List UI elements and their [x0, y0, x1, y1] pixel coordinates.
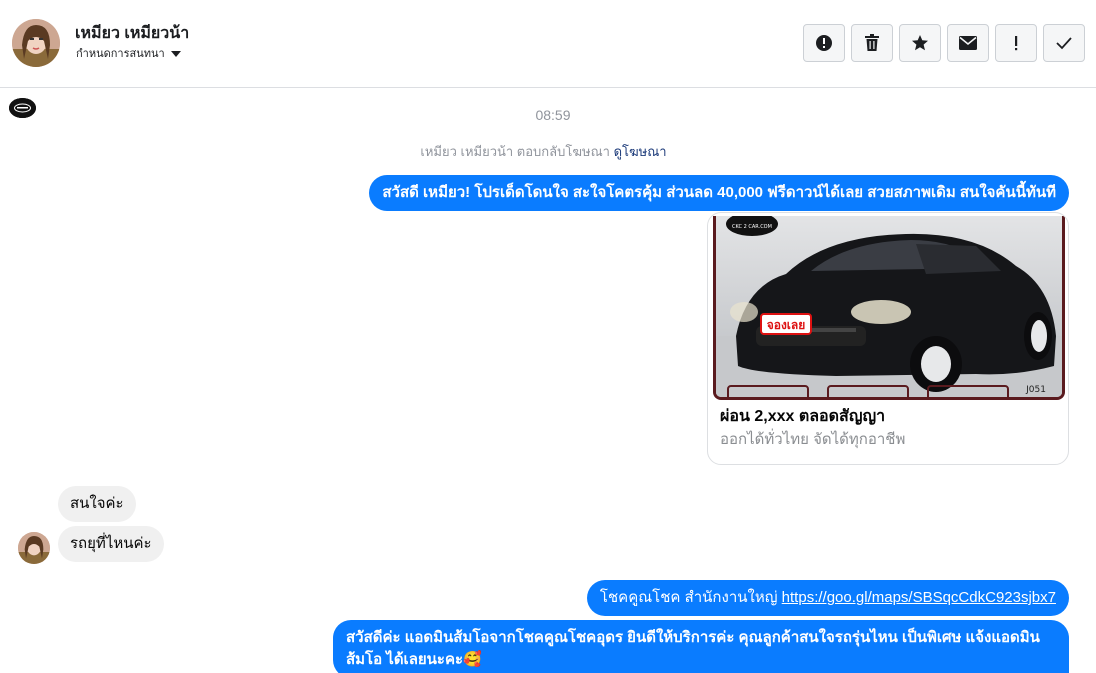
ad-title: ผ่อน 2,xxx ตลอดสัญญา [720, 408, 886, 425]
follow-up-button[interactable] [995, 24, 1037, 62]
mark-spam-button[interactable] [803, 24, 845, 62]
action-toolbar [803, 24, 1085, 62]
outgoing-message: สวัสดีค่ะ แอดมินส้มโอจากโชคคูณโชคอุดร ยิ… [333, 620, 1069, 673]
mark-unread-button[interactable] [947, 24, 989, 62]
incoming-message: รถยุที่ไหนค่ะ [58, 526, 164, 562]
ad-car-image[interactable]: จองเลย CKC 2 CAR.COM J051 [713, 216, 1065, 400]
ad-reply-text: เหมียว เหมียวน้า ตอบกลับโฆษณา [420, 144, 610, 159]
sender-avatar [18, 532, 50, 564]
incoming-message: สนใจค่ะ [58, 486, 136, 522]
trash-icon [865, 34, 879, 51]
ad-subtitle: ออกได้ทั่วไทย จัดได้ทุกอาชีพ [720, 431, 906, 448]
check-icon [1056, 37, 1072, 50]
mark-done-button[interactable] [1043, 24, 1085, 62]
reserve-badge: จองเลย [767, 318, 806, 332]
conversation-menu[interactable]: กำหนดการสนทนา [76, 44, 181, 62]
exclamation-icon [1015, 36, 1018, 51]
message-thread[interactable]: 08:59 เหมียว เหมียวน้า ตอบกลับโฆษณา ดูโฆ… [0, 88, 1096, 673]
alert-circle-icon [816, 35, 832, 51]
map-link[interactable]: https://goo.gl/maps/SBSqcCdkC923sjbx7 [782, 589, 1056, 606]
envelope-icon [959, 36, 977, 50]
location-text: โชคคูณโชค สำนักงานใหญ่ [599, 589, 778, 606]
message-timestamp: 08:59 [535, 107, 571, 123]
ad-reply-notice: เหมียว เหมียวน้า ตอบกลับโฆษณา ดูโฆษณา [0, 141, 1087, 162]
delete-button[interactable] [851, 24, 893, 62]
conversation-menu-label: กำหนดการสนทนา [76, 48, 165, 60]
ad-card[interactable]: จองเลย CKC 2 CAR.COM J051 ผ่อน 2,xxx ตลอ… [707, 212, 1069, 465]
star-icon [912, 35, 928, 51]
stock-code: J051 [1025, 385, 1046, 395]
contact-avatar[interactable] [12, 19, 60, 67]
contact-name: เหมียว เหมียวน้า [75, 25, 190, 42]
view-ad-link[interactable]: ดูโฆษณา [614, 144, 667, 159]
outgoing-message: โชคคูณโชค สำนักงานใหญ่ https://goo.gl/ma… [586, 580, 1069, 616]
conversation-header: เหมียว เหมียวน้า กำหนดการสนทนา [0, 0, 1096, 88]
brand-logo-text: CKC 2 CAR.COM [732, 224, 772, 230]
star-button[interactable] [899, 24, 941, 62]
caret-down-icon [170, 50, 181, 57]
outgoing-message: สวัสดี เหมียว! โปรเด็ดโดนใจ สะใจโคตรคุ้ม… [369, 175, 1069, 211]
